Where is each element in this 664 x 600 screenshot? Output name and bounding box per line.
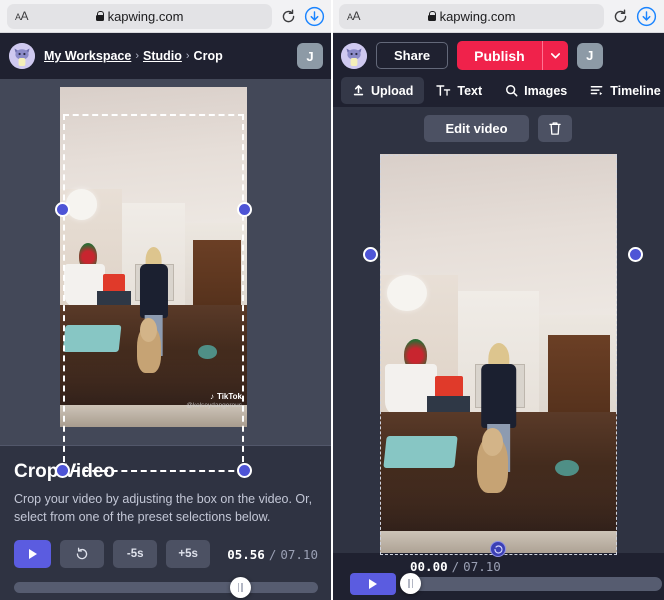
text-size-icon[interactable]: AA [15, 9, 29, 23]
edit-video-button[interactable]: Edit video [424, 115, 529, 142]
delete-button[interactable] [537, 115, 572, 142]
tab-text[interactable]: Text [425, 77, 493, 104]
breadcrumb-current: Crop [193, 49, 223, 63]
rotate-handle-icon[interactable] [490, 541, 506, 557]
crop-handle-top-left[interactable] [363, 247, 378, 262]
crop-handle-bottom-right[interactable] [237, 463, 252, 478]
playback-controls: -5s +5s 05.56 / 07.10 [14, 540, 318, 569]
time-current: 05.56 [227, 546, 265, 562]
browser-address-bar: AA kapwing.com [0, 0, 332, 33]
timecode-display: 05.56 / 07.10 [227, 547, 318, 562]
reload-icon[interactable] [610, 6, 630, 26]
editor-toolbar: Share Publish J Upload Text Images Timel… [332, 33, 664, 107]
crop-handle-bottom-left[interactable] [55, 463, 70, 478]
breadcrumb-separator: › [185, 50, 190, 62]
text-format-icon [436, 85, 451, 96]
cat-avatar-icon[interactable] [9, 43, 35, 69]
url-bar[interactable]: AA kapwing.com [7, 3, 272, 29]
scrubber-track[interactable] [404, 577, 662, 591]
scrubber[interactable] [14, 577, 318, 599]
share-button[interactable]: Share [376, 42, 449, 69]
time-total: 07.10 [280, 546, 318, 562]
search-icon [506, 85, 518, 97]
app-header: My Workspace › Studio › Crop J [0, 33, 332, 79]
scrubber-handle[interactable] [229, 577, 251, 599]
tab-timeline[interactable]: Timeline [579, 77, 664, 104]
editor-canvas[interactable]: Edit video [332, 107, 664, 562]
publish-button-group: Publish [457, 41, 568, 70]
panel-divider [331, 0, 333, 600]
cat-avatar-icon[interactable] [341, 42, 367, 69]
reset-rotate-icon [76, 547, 88, 560]
play-button[interactable] [350, 573, 396, 595]
publish-button[interactable]: Publish [457, 41, 542, 70]
download-icon[interactable] [304, 6, 325, 27]
url-text: kapwing.com [107, 8, 184, 24]
breadcrumb-workspace[interactable]: My Workspace [44, 49, 131, 63]
time-current: 00.00 [410, 559, 448, 574]
download-icon[interactable] [636, 6, 657, 27]
time-total: 07.10 [463, 559, 501, 574]
timecode-display: 00.00 / 07.10 [410, 559, 501, 574]
time-separator: / [451, 559, 460, 574]
upload-icon [353, 85, 364, 96]
lock-icon [427, 11, 437, 21]
left-panel: AA kapwing.com My Workspace › Studio › C… [0, 0, 332, 600]
play-icon [369, 579, 377, 589]
breadcrumb-studio[interactable]: Studio [143, 49, 182, 63]
lock-icon [95, 11, 105, 21]
tab-upload[interactable]: Upload [341, 77, 425, 104]
crop-canvas[interactable]: ♪ TikTok @kelseydangerous [0, 79, 332, 478]
tab-images-label: Images [524, 83, 568, 98]
tab-timeline-label: Timeline [610, 83, 661, 98]
playback-footer: 00.00 / 07.10 [332, 553, 664, 600]
time-separator: / [268, 546, 277, 562]
tab-text-label: Text [457, 83, 483, 98]
selection-action-bar: Edit video [332, 115, 664, 142]
screenshot-stage: AA kapwing.com My Workspace › Studio › C… [0, 0, 664, 600]
browser-address-bar: AA kapwing.com [332, 0, 664, 33]
forward-5s-button[interactable]: +5s [166, 540, 211, 569]
breadcrumb: My Workspace › Studio › Crop [44, 49, 288, 63]
right-panel: AA kapwing.com Share Publish J Upload Te… [332, 0, 664, 600]
play-icon [28, 549, 37, 560]
play-button[interactable] [14, 540, 52, 569]
reset-button[interactable] [60, 540, 105, 569]
tab-images[interactable]: Images [494, 77, 578, 104]
scrubber-track[interactable] [14, 582, 318, 594]
reload-icon[interactable] [278, 6, 298, 26]
crop-handle-top-left[interactable] [55, 202, 70, 217]
trash-icon [548, 122, 561, 135]
text-size-icon[interactable]: AA [347, 9, 361, 23]
crop-handle-top-right[interactable] [237, 202, 252, 217]
url-text: kapwing.com [439, 8, 516, 24]
tab-upload-label: Upload [371, 83, 414, 98]
editor-tool-tabs: Upload Text Images Timeline [341, 74, 661, 107]
crop-selection-box[interactable] [380, 155, 617, 555]
crop-selection-box[interactable] [63, 114, 244, 472]
rewind-5s-button[interactable]: -5s [113, 540, 158, 569]
breadcrumb-separator: › [135, 50, 139, 62]
user-avatar-button[interactable]: J [297, 43, 323, 69]
editor-toolbar-top-row: Share Publish J [341, 39, 655, 72]
scrubber-handle[interactable] [400, 573, 421, 594]
user-avatar-button[interactable]: J [576, 42, 603, 69]
url-bar[interactable]: AA kapwing.com [339, 3, 604, 29]
timeline-icon [590, 86, 603, 96]
page-description: Crop your video by adjusting the box on … [14, 492, 313, 525]
crop-handle-top-right[interactable] [628, 247, 643, 262]
chevron-down-icon[interactable] [541, 41, 568, 70]
